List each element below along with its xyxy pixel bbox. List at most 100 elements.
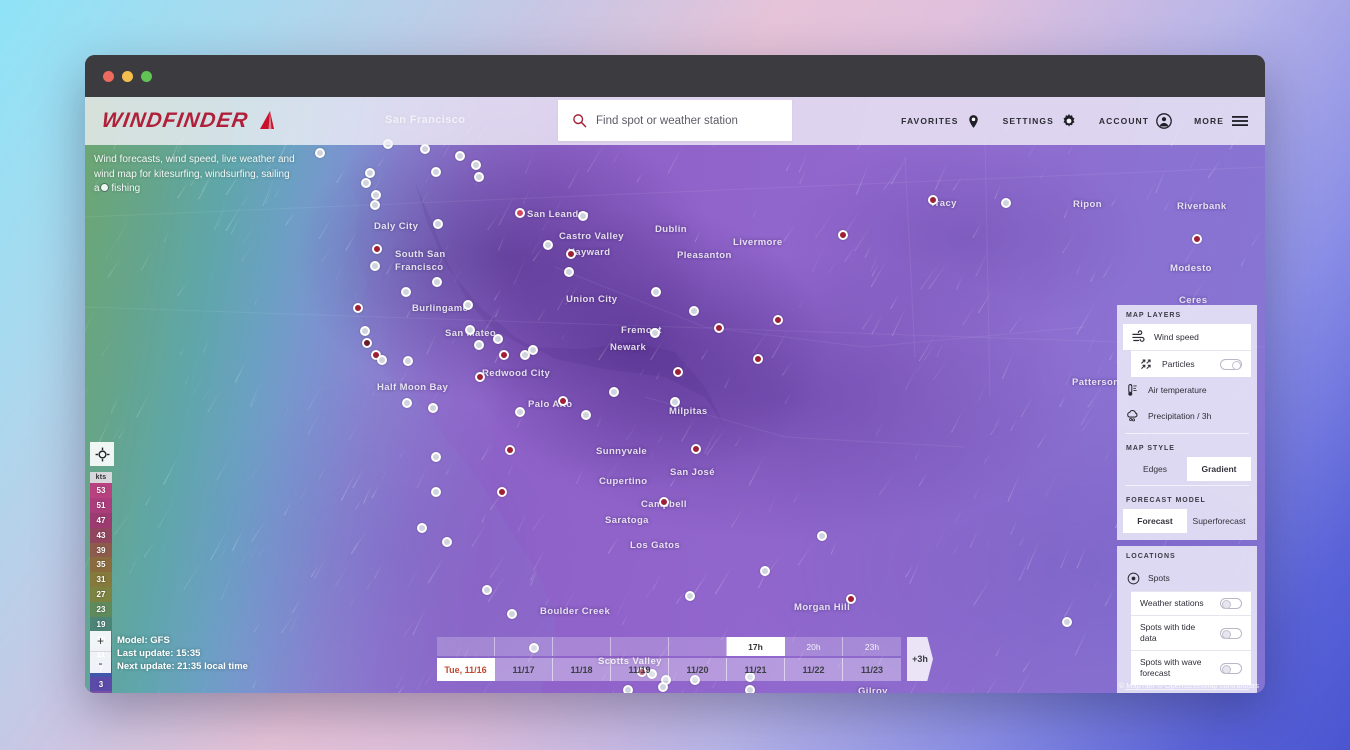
timeline-hour-cell[interactable]: 23h <box>843 637 901 656</box>
map-style-option[interactable]: Gradient <box>1187 457 1251 481</box>
timeline-hour-cell[interactable]: 17h <box>727 637 785 656</box>
layer-air-temperature[interactable]: Air temperature <box>1117 377 1257 403</box>
location-weather-stations-toggle[interactable] <box>1220 598 1242 609</box>
map-spot-marker[interactable] <box>370 261 380 271</box>
timeline-day-cell[interactable]: 11/19 <box>611 658 669 681</box>
timeline-day-cell[interactable]: 11/21 <box>727 658 785 681</box>
map-spot-marker[interactable] <box>315 148 325 158</box>
map-spot-marker[interactable] <box>463 300 473 310</box>
map-spot-marker[interactable] <box>420 144 430 154</box>
timeline-day-cell[interactable]: 11/23 <box>843 658 901 681</box>
map-spot-marker[interactable] <box>371 190 381 200</box>
timeline-day-cell[interactable]: 11/18 <box>553 658 611 681</box>
map-spot-marker[interactable] <box>377 355 387 365</box>
map-spot-marker[interactable] <box>417 523 427 533</box>
map-spot-marker[interactable] <box>372 244 382 254</box>
map-spot-marker[interactable] <box>362 338 372 348</box>
map-spot-marker[interactable] <box>846 594 856 604</box>
map-spot-marker[interactable] <box>475 372 485 382</box>
layer-particles[interactable]: Particles <box>1131 350 1251 377</box>
map-spot-marker[interactable] <box>1192 234 1202 244</box>
timeline-day-cell[interactable]: 11/22 <box>785 658 843 681</box>
map-spot-marker[interactable] <box>650 328 660 338</box>
map-spot-marker[interactable] <box>432 277 442 287</box>
map-spot-marker[interactable] <box>760 566 770 576</box>
window-minimize-button[interactable] <box>122 70 133 82</box>
map-spot-marker[interactable] <box>431 487 441 497</box>
map-spot-marker[interactable] <box>714 323 724 333</box>
map-spot-marker[interactable] <box>402 398 412 408</box>
location-wave-spots[interactable]: Spots with wave forecast <box>1131 650 1251 685</box>
layer-particles-toggle[interactable] <box>1220 358 1242 370</box>
map-spot-marker[interactable] <box>651 287 661 297</box>
forecast-model-option[interactable]: Forecast <box>1123 509 1187 533</box>
timeline-day-cell[interactable]: Tue, 11/16 <box>437 658 495 681</box>
location-spots[interactable]: Spots <box>1117 565 1257 591</box>
map-spot-marker[interactable] <box>361 178 371 188</box>
map-spot-marker[interactable] <box>773 315 783 325</box>
map-spot-marker[interactable] <box>581 410 591 420</box>
map-spot-marker[interactable] <box>431 452 441 462</box>
locate-compass-button[interactable] <box>90 442 114 466</box>
map-spot-marker[interactable] <box>745 685 755 693</box>
map-spot-marker[interactable] <box>753 354 763 364</box>
map-spot-marker[interactable] <box>482 585 492 595</box>
map-spot-marker[interactable] <box>673 367 683 377</box>
map-spot-marker[interactable] <box>1062 617 1072 627</box>
map-spot-marker[interactable] <box>566 249 576 259</box>
search-bar[interactable] <box>558 100 792 141</box>
windfinder-logo[interactable]: WINDFINDER <box>100 109 277 133</box>
nav-account[interactable]: ACCOUNT <box>1099 113 1172 129</box>
map-spot-marker[interactable] <box>360 326 370 336</box>
timeline-day-cell[interactable]: 11/20 <box>669 658 727 681</box>
map-spot-marker[interactable] <box>428 403 438 413</box>
map-spot-marker[interactable] <box>558 396 568 406</box>
map-spot-marker[interactable] <box>455 151 465 161</box>
map-spot-marker[interactable] <box>928 195 938 205</box>
map-spot-marker[interactable] <box>465 325 475 335</box>
map-spot-marker[interactable] <box>528 345 538 355</box>
forecast-model-option[interactable]: Superforecast <box>1187 509 1251 533</box>
map-spot-marker[interactable] <box>623 685 633 693</box>
map-spot-marker[interactable] <box>1001 198 1011 208</box>
map-spot-marker[interactable] <box>543 240 553 250</box>
map-spot-marker[interactable] <box>658 682 668 692</box>
location-weather-stations[interactable]: Weather stations <box>1131 591 1251 615</box>
map-spot-marker[interactable] <box>471 160 481 170</box>
window-maximize-button[interactable] <box>141 70 152 82</box>
map-spot-marker[interactable] <box>515 407 525 417</box>
map-spot-marker[interactable] <box>689 306 699 316</box>
timeline-next-step-button[interactable]: +3h <box>907 637 933 681</box>
map-spot-marker[interactable] <box>685 591 695 601</box>
layer-wind-speed[interactable]: Wind speed <box>1123 324 1251 350</box>
map-spot-marker[interactable] <box>370 200 380 210</box>
map-spot-marker[interactable] <box>817 531 827 541</box>
map-spot-marker[interactable] <box>515 208 525 218</box>
map-spot-marker[interactable] <box>442 537 452 547</box>
location-tide-spots-toggle[interactable] <box>1220 627 1242 639</box>
map-spot-marker[interactable] <box>564 267 574 277</box>
map-spot-marker[interactable] <box>505 445 515 455</box>
timeline-hour-cell[interactable]: 20h <box>785 637 843 656</box>
map-spot-marker[interactable] <box>670 397 680 407</box>
map-spot-marker[interactable] <box>578 211 588 221</box>
map-spot-marker[interactable] <box>838 230 848 240</box>
zoom-out-button[interactable]: - <box>90 652 111 673</box>
map-spot-marker[interactable] <box>507 609 517 619</box>
map-spot-marker[interactable] <box>497 487 507 497</box>
timeline-day-cell[interactable]: 11/17 <box>495 658 553 681</box>
nav-favorites[interactable]: FAVORITES <box>901 114 980 129</box>
map-spot-marker[interactable] <box>499 350 509 360</box>
nav-more[interactable]: MORE <box>1194 114 1249 128</box>
map-spot-marker[interactable] <box>493 334 503 344</box>
map-spot-marker[interactable] <box>433 219 443 229</box>
map-spot-marker[interactable] <box>403 356 413 366</box>
window-close-button[interactable] <box>103 70 114 82</box>
map-style-option[interactable]: Edges <box>1123 457 1187 481</box>
map-spot-marker[interactable] <box>691 444 701 454</box>
map-spot-marker[interactable] <box>609 387 619 397</box>
map-spot-marker[interactable] <box>353 303 363 313</box>
map-spot-marker[interactable] <box>474 340 484 350</box>
layer-precipitation[interactable]: Precipitation / 3h <box>1117 403 1257 429</box>
zoom-in-button[interactable]: + <box>90 631 111 652</box>
